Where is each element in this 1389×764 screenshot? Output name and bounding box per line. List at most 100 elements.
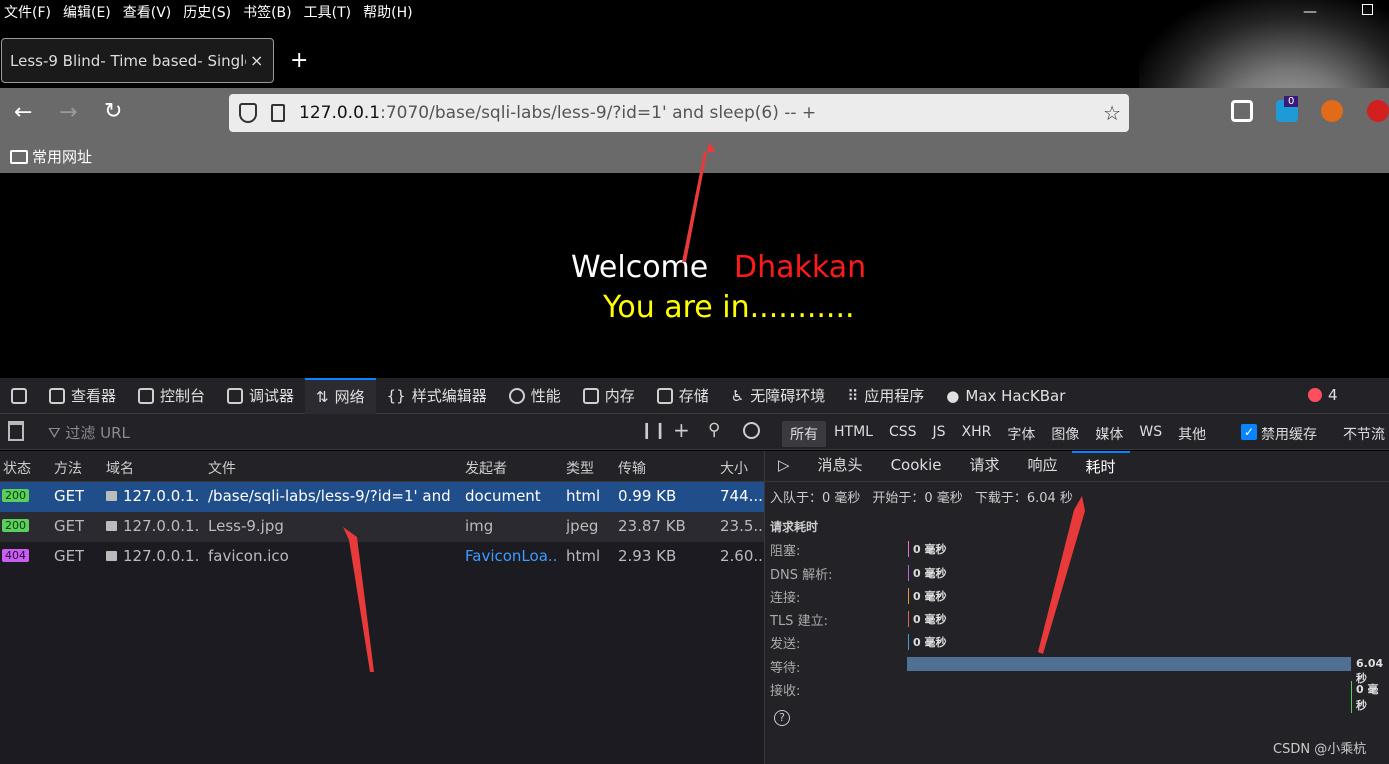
blocker-extension-icon[interactable] bbox=[1321, 100, 1343, 122]
watermark: CSDN @小乘杭 bbox=[1273, 742, 1367, 757]
menu-bookmarks[interactable]: 书签(B) bbox=[243, 2, 292, 22]
browser-tab[interactable]: Less-9 Blind- Time based- Single × bbox=[1, 38, 274, 83]
picker-icon bbox=[11, 387, 27, 404]
table-row[interactable]: 200 GET 127.0.0.1... /base/sqli-labs/les… bbox=[0, 482, 764, 512]
tab-request[interactable]: 请求 bbox=[955, 451, 1013, 482]
tab-timings[interactable]: 耗时 bbox=[1071, 450, 1130, 482]
col-type[interactable]: 类型 bbox=[566, 458, 594, 478]
address-bar[interactable]: 127.0.0.1:7070/base/sqli-labs/less-9/?id… bbox=[229, 94, 1129, 132]
domain-cell: 127.0.0.1... bbox=[106, 487, 198, 505]
devtools-toolbar: 查看器 控制台 调试器 ⇅ 网络 {} 样式编辑器 性能 内存 存储 ♿ 无障碍环境 … bbox=[0, 377, 1389, 414]
domain-text: 127.0.0.1... bbox=[123, 517, 198, 535]
tab-performance[interactable]: 性能 bbox=[498, 378, 572, 414]
initiator-cell[interactable]: FaviconLoa... bbox=[465, 547, 557, 565]
throttle-select[interactable]: 不节流 bbox=[1343, 424, 1385, 444]
help-icon[interactable]: ? bbox=[774, 710, 790, 726]
size-cell: 744... bbox=[720, 487, 762, 505]
add-icon[interactable]: + bbox=[673, 418, 690, 442]
forward-button[interactable]: → bbox=[59, 100, 77, 125]
tab-accessibility[interactable]: ♿ 无障碍环境 bbox=[720, 378, 836, 414]
filter-url-input[interactable]: ⛛ 过滤 URL bbox=[48, 422, 130, 443]
url-text[interactable]: 127.0.0.1:7070/base/sqli-labs/less-9/?id… bbox=[299, 103, 816, 123]
filter-all[interactable]: 所有 bbox=[782, 421, 826, 447]
shield-icon[interactable] bbox=[239, 103, 257, 123]
col-transfer[interactable]: 传输 bbox=[618, 458, 646, 478]
tab-response[interactable]: 响应 bbox=[1014, 451, 1072, 482]
red-extension-icon[interactable] bbox=[1367, 100, 1389, 122]
col-initiator[interactable]: 发起者 bbox=[465, 458, 507, 478]
menu-edit[interactable]: 编辑(E) bbox=[63, 2, 111, 22]
queued-summary: 入队于：0 毫秒 bbox=[770, 491, 861, 506]
tab-label: 查看器 bbox=[71, 387, 117, 405]
page-info-icon[interactable] bbox=[271, 104, 285, 122]
col-method[interactable]: 方法 bbox=[54, 458, 82, 478]
timing-value: 0 毫秒 bbox=[908, 611, 946, 627]
timing-label: 连接: bbox=[770, 591, 801, 606]
tab-console[interactable]: 控制台 bbox=[127, 378, 216, 414]
menu-file[interactable]: 文件(F) bbox=[4, 2, 51, 22]
col-domain[interactable]: 域名 bbox=[106, 458, 134, 478]
minimize-icon[interactable]: — bbox=[1303, 4, 1317, 20]
bookmark-folder-label: 常用网址 bbox=[32, 148, 93, 166]
col-size[interactable]: 大小 bbox=[720, 458, 748, 478]
filter-other[interactable]: 其他 bbox=[1170, 421, 1214, 447]
maximize-icon[interactable] bbox=[1362, 4, 1373, 15]
tab-headers[interactable]: 消息头 bbox=[804, 451, 877, 482]
element-picker[interactable] bbox=[0, 378, 38, 414]
filter-images[interactable]: 图像 bbox=[1043, 421, 1087, 447]
reload-button[interactable]: ↻ bbox=[104, 99, 122, 124]
tab-cookie[interactable]: Cookie bbox=[877, 451, 956, 482]
search-icon[interactable]: ⚲ bbox=[708, 420, 720, 440]
trash-icon[interactable] bbox=[8, 421, 24, 441]
filter-ws[interactable]: WS bbox=[1131, 421, 1170, 447]
disable-cache-checkbox[interactable]: ✓ bbox=[1241, 424, 1257, 440]
filter-css[interactable]: CSS bbox=[881, 421, 925, 447]
col-status[interactable]: 状态 bbox=[3, 458, 31, 478]
started-summary: 开始于：0 毫秒 bbox=[872, 491, 963, 506]
tab-label: 样式编辑器 bbox=[411, 387, 487, 405]
you-are-in-text: You are in........... bbox=[603, 290, 855, 325]
braces-icon: {} bbox=[386, 386, 406, 405]
bookmark-star-icon[interactable]: ☆ bbox=[1103, 101, 1121, 125]
type-cell: html bbox=[566, 487, 601, 505]
menu-history[interactable]: 历史(S) bbox=[183, 2, 231, 22]
tab-label: 应用程序 bbox=[864, 387, 925, 405]
tab-storage[interactable]: 存储 bbox=[646, 378, 720, 414]
tab-label: Max HacKBar bbox=[965, 386, 1066, 405]
tab-style-editor[interactable]: {} 样式编辑器 bbox=[376, 378, 498, 414]
error-count[interactable]: 4 bbox=[1308, 386, 1338, 404]
menu-help[interactable]: 帮助(H) bbox=[363, 2, 412, 22]
new-tab-button[interactable]: + bbox=[290, 48, 308, 73]
welcome-text: Welcome bbox=[571, 250, 709, 285]
tab-hackbar[interactable]: ● Max HacKBar bbox=[935, 378, 1076, 414]
tab-network[interactable]: ⇅ 网络 bbox=[305, 377, 376, 414]
transfer-cell: 23.87 KB bbox=[618, 517, 686, 535]
toggle-panel-icon[interactable]: ▷ bbox=[764, 451, 804, 482]
back-button[interactable]: ← bbox=[14, 100, 32, 125]
tab-debugger[interactable]: 调试器 bbox=[216, 378, 305, 414]
filter-xhr[interactable]: XHR bbox=[954, 421, 1000, 447]
filter-html[interactable]: HTML bbox=[826, 421, 881, 447]
col-file[interactable]: 文件 bbox=[208, 458, 236, 478]
tab-label: 网络 bbox=[334, 388, 365, 406]
block-icon[interactable] bbox=[743, 422, 760, 439]
menu-view[interactable]: 查看(V) bbox=[123, 2, 172, 22]
tab-memory[interactable]: 内存 bbox=[572, 378, 646, 414]
size-cell: 2.60... bbox=[720, 547, 762, 565]
table-row[interactable]: 404 GET 127.0.0.1... favicon.ico Favicon… bbox=[0, 542, 764, 572]
crop-extension-icon[interactable] bbox=[1231, 100, 1253, 122]
filter-fonts[interactable]: 字体 bbox=[999, 421, 1043, 447]
url-host: 127.0.0.1 bbox=[299, 103, 381, 123]
tab-inspector[interactable]: 查看器 bbox=[38, 378, 127, 414]
pause-icon[interactable]: ❙❙ bbox=[640, 420, 667, 439]
filter-js[interactable]: JS bbox=[925, 421, 954, 447]
person-icon: ♿ bbox=[730, 386, 745, 405]
close-tab-icon[interactable]: × bbox=[250, 51, 263, 70]
dhakkan-text: Dhakkan bbox=[734, 250, 867, 285]
filter-media[interactable]: 媒体 bbox=[1087, 421, 1131, 447]
timing-label: 等待: bbox=[770, 661, 801, 676]
bookmark-folder[interactable]: 常用网址 bbox=[10, 146, 92, 167]
table-row[interactable]: 200 GET 127.0.0.1... Less-9.jpg img jpeg… bbox=[0, 512, 764, 542]
menu-tools[interactable]: 工具(T) bbox=[304, 2, 351, 22]
tab-application[interactable]: ⠿ 应用程序 bbox=[836, 378, 935, 414]
